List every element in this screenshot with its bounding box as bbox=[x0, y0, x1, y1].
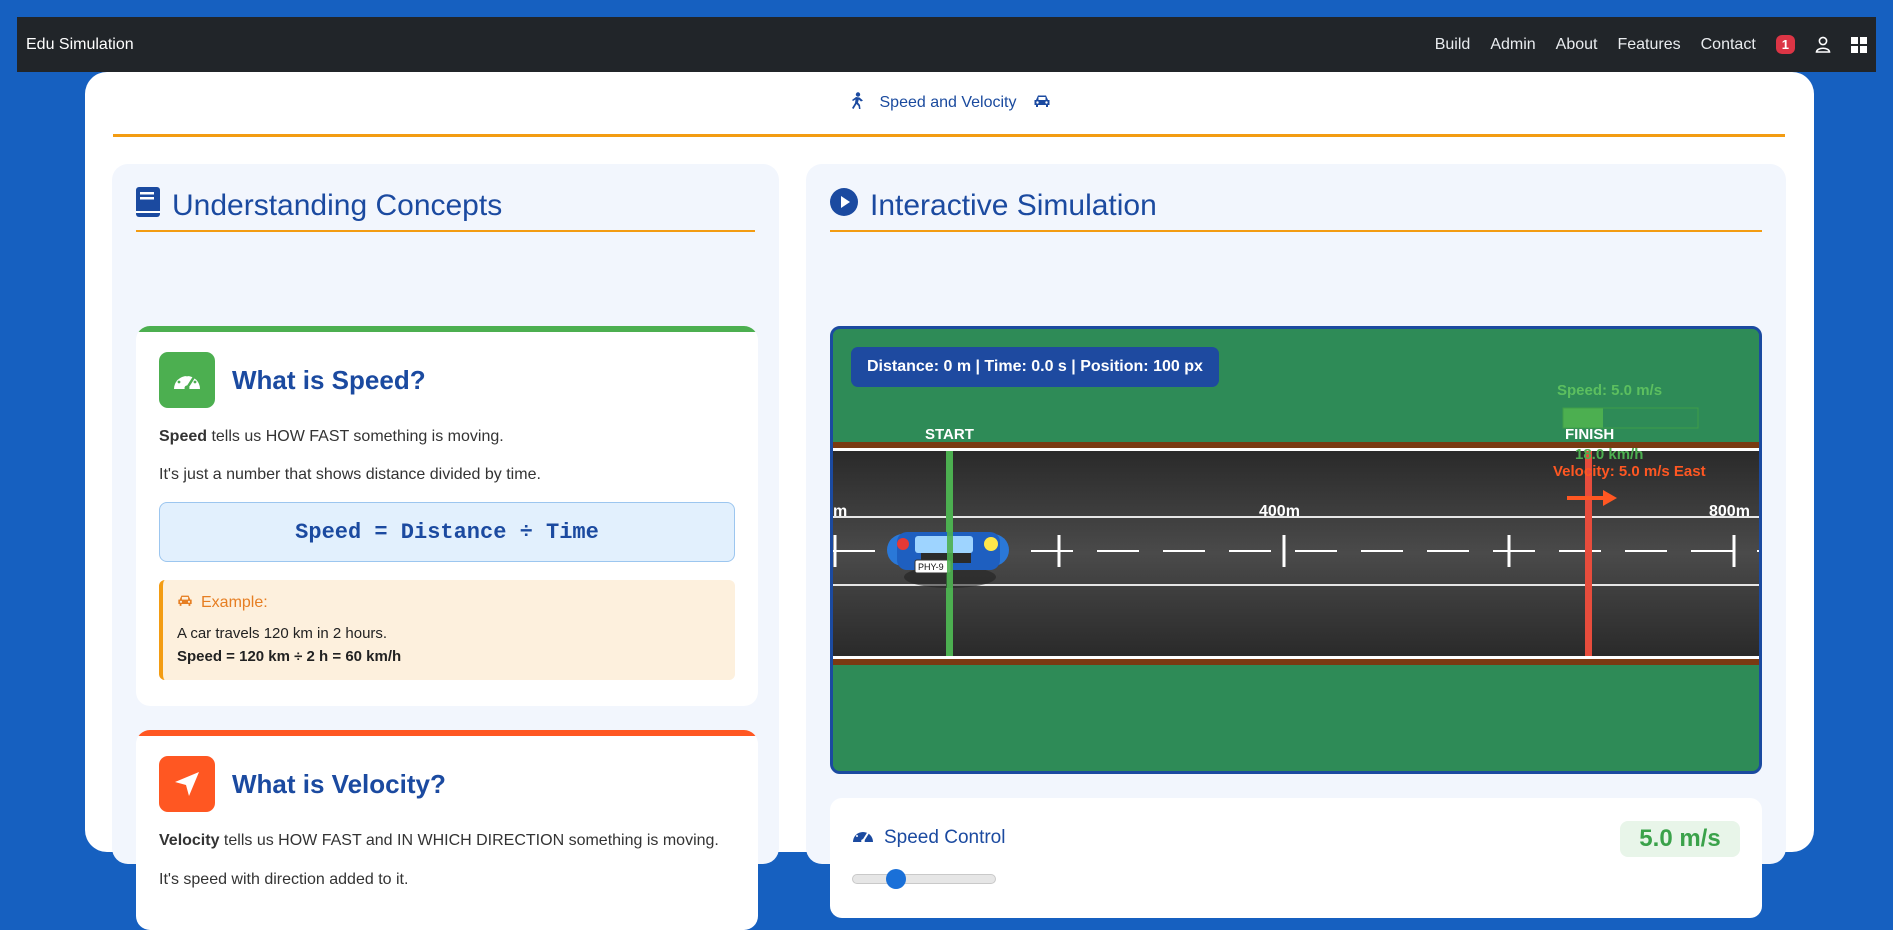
brand-link[interactable]: Edu Simulation bbox=[26, 36, 134, 54]
speed-control-title: Speed Control bbox=[852, 826, 1005, 850]
simulation-title-text: Interactive Simulation bbox=[870, 189, 1157, 222]
speedometer-icon bbox=[159, 352, 215, 408]
nav-link-contact[interactable]: Contact bbox=[1701, 36, 1756, 54]
direction-arrow-icon bbox=[159, 756, 215, 812]
car-icon bbox=[177, 594, 193, 612]
nav-links: Build Admin About Features Contact 1 bbox=[1435, 35, 1867, 54]
kmh-overlay: 18.0 km/h bbox=[1575, 446, 1643, 463]
speed-slider[interactable] bbox=[852, 869, 996, 889]
nav-link-features[interactable]: Features bbox=[1617, 36, 1680, 54]
speed-control-card: Speed Control 5.0 m/s bbox=[830, 798, 1762, 918]
speed-card-header: What is Speed? bbox=[136, 332, 758, 408]
car-plate: PHY-9 bbox=[918, 562, 944, 572]
example-title-text: Example: bbox=[201, 594, 268, 611]
simulation-info-badge: Distance: 0 m | Time: 0.0 s | Position: … bbox=[851, 347, 1219, 387]
top-navbar: Edu Simulation Build Admin About Feature… bbox=[17, 17, 1876, 72]
grid-icon[interactable] bbox=[1851, 36, 1867, 53]
speed-bar-fill bbox=[1563, 408, 1603, 428]
main-container: Speed and Velocity Understanding Concept… bbox=[85, 72, 1814, 930]
finish-line bbox=[1585, 451, 1592, 656]
example-title: Example: bbox=[177, 594, 721, 612]
car-icon bbox=[1033, 94, 1051, 113]
user-icon[interactable] bbox=[1815, 36, 1831, 53]
track-border-bottom bbox=[833, 659, 1759, 665]
velocity-concept-card: What is Velocity? Velocity tells us HOW … bbox=[136, 730, 758, 930]
distance-marker-0: m bbox=[833, 503, 847, 520]
concepts-panel: Understanding Concepts What is Speed? Sp… bbox=[112, 164, 779, 930]
speed-explanation: It's just a number that shows distance d… bbox=[159, 466, 541, 483]
speed-formula: Speed = Distance ÷ Time bbox=[159, 502, 735, 562]
speed-heading: What is Speed? bbox=[232, 364, 426, 395]
example-calculation: Speed = 120 km ÷ 2 h = 60 km/h bbox=[177, 648, 402, 665]
velocity-heading: What is Velocity? bbox=[232, 768, 446, 799]
simulation-panel: Interactive Simulation m 400m 800m START… bbox=[806, 164, 1786, 918]
simulation-canvas[interactable]: m 400m 800m START FINISH Speed: 5.0 m/s … bbox=[830, 326, 1762, 774]
simulation-panel-title: Interactive Simulation bbox=[830, 182, 1762, 232]
nav-link-build[interactable]: Build bbox=[1435, 36, 1471, 54]
velocity-overlay: Velocity: 5.0 m/s East bbox=[1553, 463, 1706, 480]
velocity-explanation: It's speed with direction added to it. bbox=[159, 871, 409, 888]
velocity-bold-term: Velocity bbox=[159, 832, 220, 849]
velocity-definition: Velocity tells us HOW FAST and IN WHICH … bbox=[159, 830, 735, 852]
concepts-panel-title: Understanding Concepts bbox=[136, 182, 755, 232]
finish-label: FINISH bbox=[1565, 426, 1614, 443]
track-edge-bottom bbox=[833, 656, 1759, 659]
speed-definition-rest: tells us HOW FAST something is moving. bbox=[207, 428, 504, 445]
distance-marker-800: 800m bbox=[1709, 503, 1750, 520]
concepts-title-text: Understanding Concepts bbox=[172, 189, 503, 222]
track-scene: m 400m 800m START FINISH Speed: 5.0 m/s … bbox=[833, 329, 1759, 771]
book-icon bbox=[136, 187, 160, 225]
velocity-card-header: What is Velocity? bbox=[136, 736, 758, 812]
example-line: A car travels 120 km in 2 hours. bbox=[177, 625, 388, 642]
speed-slider-thumb[interactable] bbox=[886, 869, 906, 889]
nav-link-admin[interactable]: Admin bbox=[1490, 36, 1535, 54]
start-label: START bbox=[925, 426, 974, 443]
notification-badge[interactable]: 1 bbox=[1775, 35, 1795, 54]
distance-marker-400: 400m bbox=[1259, 503, 1300, 520]
speed-value-display: 5.0 m/s bbox=[1620, 821, 1740, 857]
play-icon[interactable] bbox=[830, 188, 858, 224]
speed-bold-term: Speed bbox=[159, 428, 208, 445]
speed-definition: Speed tells us HOW FAST something is mov… bbox=[159, 426, 735, 448]
speed-overlay: Speed: 5.0 m/s bbox=[1557, 382, 1662, 399]
running-icon bbox=[848, 91, 864, 115]
speedometer-icon bbox=[852, 826, 874, 850]
velocity-definition-rest: tells us HOW FAST and IN WHICH DIRECTION… bbox=[219, 832, 719, 849]
nav-link-about[interactable]: About bbox=[1556, 36, 1598, 54]
speed-example-box: Example: A car travels 120 km in 2 hours… bbox=[159, 580, 735, 680]
speed-concept-card: What is Speed? Speed tells us HOW FAST s… bbox=[136, 326, 758, 706]
page-title: Speed and Velocity bbox=[879, 94, 1017, 111]
page-header: Speed and Velocity bbox=[113, 72, 1785, 137]
speed-control-title-text: Speed Control bbox=[884, 827, 1006, 848]
